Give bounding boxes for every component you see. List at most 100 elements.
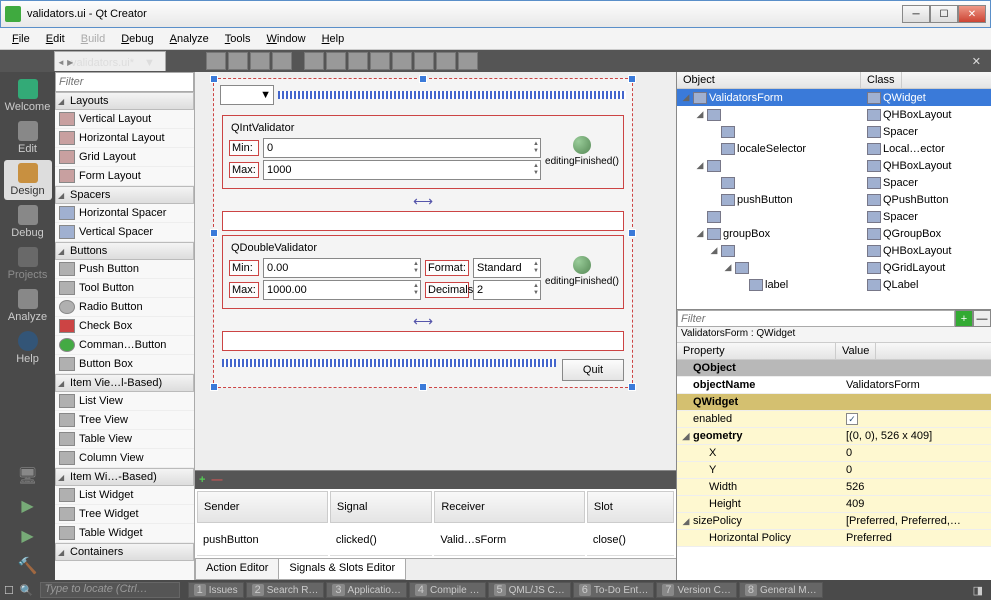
property-editor[interactable]: PropertyValue QObjectobjectNameValidator… [677, 343, 991, 580]
property-row[interactable]: Width526 [677, 479, 991, 496]
layout-h-icon[interactable] [304, 52, 324, 70]
close-sidebar-icon[interactable]: ☐ [4, 584, 14, 597]
property-filter[interactable] [677, 310, 955, 327]
property-row[interactable]: QWidget [677, 394, 991, 411]
close-document-icon[interactable]: ✕ [966, 55, 987, 68]
menu-file[interactable]: File [6, 31, 36, 47]
lineedit[interactable] [222, 211, 624, 231]
close-button[interactable]: ✕ [958, 5, 986, 23]
remove-property-icon[interactable]: — [973, 310, 991, 327]
maximize-button[interactable]: ☐ [930, 5, 958, 23]
object-tree-row[interactable]: ◢QHBoxLayout [677, 157, 991, 174]
mode-design[interactable]: Design [4, 160, 52, 200]
min-spinbox[interactable]: 0.00 [263, 258, 421, 278]
object-tree-row[interactable]: Spacer [677, 174, 991, 191]
wb-listw[interactable]: List Widget [55, 486, 194, 505]
max-spinbox[interactable]: 1000 [263, 160, 541, 180]
menu-window[interactable]: Window [260, 31, 311, 47]
tab-signals-editor[interactable]: Signals & Slots Editor [278, 559, 406, 580]
table-row[interactable]: pushButtonclicked()Valid…sFormclose() [197, 525, 674, 556]
wbcat-itemmv[interactable]: Item Vie…l-Based) [55, 374, 194, 392]
output-pane-button[interactable]: 1Issues [188, 582, 244, 598]
form-canvas[interactable]: ▼ QIntValidator Min:0 Max:1000 editingFi… [195, 72, 676, 470]
property-row[interactable]: objectNameValidatorsForm [677, 377, 991, 394]
wb-hlayout[interactable]: Horizontal Layout [55, 129, 194, 148]
debug-run-button-icon[interactable]: ▶ [12, 522, 44, 550]
wb-treeview[interactable]: Tree View [55, 411, 194, 430]
qdoublevalidator-group[interactable]: QDoubleValidator Min: 0.00 Format: Stand… [222, 235, 624, 309]
tab-action-editor[interactable]: Action Editor [195, 559, 279, 580]
output-pane-button[interactable]: 3Applicatio… [326, 582, 406, 598]
layout-hsplit-icon[interactable] [348, 52, 368, 70]
wb-hspacer[interactable]: Horizontal Spacer [55, 204, 194, 223]
format-combo[interactable]: Standard [473, 258, 541, 278]
property-row[interactable]: ◢sizePolicy[Preferred, Preferred,… [677, 513, 991, 530]
wbcat-containers[interactable]: Containers [55, 543, 194, 561]
output-pane-button[interactable]: 2Search R… [246, 582, 325, 598]
build-button-icon[interactable]: 🔨 [12, 552, 44, 580]
output-pane-button[interactable]: 6To-Do Ent… [573, 582, 655, 598]
document-tab[interactable]: validators.ui*▼ [54, 51, 166, 71]
wbcat-buttons[interactable]: Buttons [55, 242, 194, 260]
locator-input[interactable]: Type to locate (Ctrl… [40, 582, 180, 598]
mode-help[interactable]: Help [4, 328, 52, 368]
locate-icon[interactable]: 🔍 [16, 584, 38, 597]
object-tree-row[interactable]: ◢ValidatorsFormQWidget [677, 89, 991, 106]
property-row[interactable]: QObject [677, 360, 991, 377]
wb-check[interactable]: Check Box [55, 317, 194, 336]
property-row[interactable]: Horizontal PolicyPreferred [677, 530, 991, 547]
menu-analyze[interactable]: Analyze [164, 31, 215, 47]
output-pane-button[interactable]: 4Compile … [409, 582, 486, 598]
layout-vsplit-icon[interactable] [370, 52, 390, 70]
wb-listview[interactable]: List View [55, 392, 194, 411]
menu-help[interactable]: Help [316, 31, 351, 47]
layout-form-icon[interactable] [414, 52, 434, 70]
wbcat-layouts[interactable]: Layouts [55, 92, 194, 110]
signals-table[interactable]: SenderSignalReceiverSlot pushButtonclick… [195, 489, 676, 558]
object-tree-row[interactable]: Spacer [677, 123, 991, 140]
mode-projects[interactable]: Projects [4, 244, 52, 284]
min-spinbox[interactable]: 0 [263, 138, 541, 158]
layout-grid-icon[interactable] [392, 52, 412, 70]
add-signal-icon[interactable]: + [199, 474, 205, 486]
property-row[interactable]: Y0 [677, 462, 991, 479]
wb-tableview[interactable]: Table View [55, 430, 194, 449]
layout-v-icon[interactable] [326, 52, 346, 70]
add-property-icon[interactable]: + [955, 310, 973, 327]
object-tree-row[interactable]: ◢QHBoxLayout [677, 106, 991, 123]
wb-tablew[interactable]: Table Widget [55, 524, 194, 543]
mode-welcome[interactable]: Welcome [4, 76, 52, 116]
menu-debug[interactable]: Debug [115, 31, 159, 47]
menu-build[interactable]: Build [75, 31, 111, 47]
decimals-spinbox[interactable]: 2 [473, 280, 541, 300]
tool-taborder-icon[interactable] [272, 52, 292, 70]
lineedit[interactable] [222, 331, 624, 351]
wb-toolbtn[interactable]: Tool Button [55, 279, 194, 298]
locale-selector[interactable]: ▼ [220, 85, 274, 105]
object-tree-row[interactable]: labelQLabel [677, 276, 991, 293]
wb-pushbtn[interactable]: Push Button [55, 260, 194, 279]
property-row[interactable]: ◢geometry[(0, 0), 526 x 409] [677, 428, 991, 445]
wb-glayout[interactable]: Grid Layout [55, 148, 194, 167]
wb-vlayout[interactable]: Vertical Layout [55, 110, 194, 129]
validators-form[interactable]: ▼ QIntValidator Min:0 Max:1000 editingFi… [213, 78, 633, 388]
qintvalidator-group[interactable]: QIntValidator Min:0 Max:1000 editingFini… [222, 115, 624, 189]
object-tree-row[interactable]: ◢QHBoxLayout [677, 242, 991, 259]
target-selector-icon[interactable]: 🖥 [12, 462, 44, 490]
object-inspector[interactable]: ObjectClass ◢ValidatorsFormQWidget◢QHBox… [677, 72, 991, 309]
wb-flayout[interactable]: Form Layout [55, 167, 194, 186]
output-pane-button[interactable]: 7Version C… [656, 582, 736, 598]
property-row[interactable]: enabled✓ [677, 411, 991, 428]
object-tree-row[interactable]: ◢groupBoxQGroupBox [677, 225, 991, 242]
max-spinbox[interactable]: 1000.00 [263, 280, 421, 300]
layout-break-icon[interactable] [436, 52, 456, 70]
remove-signal-icon[interactable]: — [211, 474, 222, 486]
menu-tools[interactable]: Tools [219, 31, 257, 47]
object-tree-row[interactable]: Spacer [677, 208, 991, 225]
wb-radio[interactable]: Radio Button [55, 298, 194, 317]
output-pane-button[interactable]: 8General M… [739, 582, 823, 598]
property-row[interactable]: X0 [677, 445, 991, 462]
close-output-icon[interactable]: ◨ [969, 584, 987, 597]
object-tree-row[interactable]: ◢QGridLayout [677, 259, 991, 276]
tool-signals-icon[interactable] [228, 52, 248, 70]
